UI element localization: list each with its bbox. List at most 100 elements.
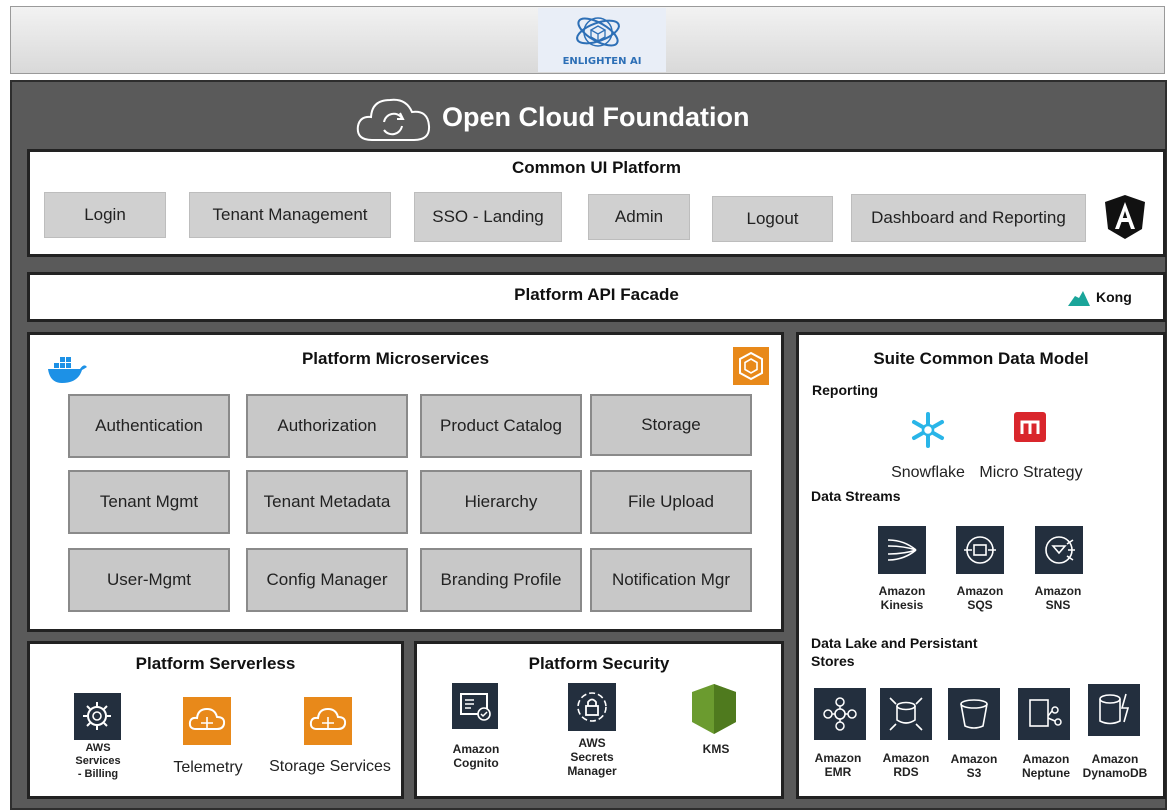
sso-landing-button[interactable]: SSO - Landing (414, 192, 562, 242)
branding-profile-service: Branding Profile (420, 548, 582, 612)
database-icon (889, 697, 923, 731)
label-line: Amazon (1091, 752, 1139, 766)
sns-label: Amazon SNS (1022, 584, 1094, 612)
neptune-icon (1018, 688, 1070, 740)
cognito-icon (452, 683, 498, 729)
graph-db-icon (1029, 699, 1062, 727)
kinesis-label: Amazon Kinesis (866, 584, 938, 612)
notification-mgr-service: Notification Mgr (590, 548, 752, 612)
label-line: AWS (85, 742, 111, 754)
sns-icon (1035, 526, 1083, 574)
heading-line: Data Lake and Persistant (811, 635, 978, 651)
telemetry-cloud-icon (183, 697, 231, 745)
logo-text: ENLIGHTEN AI (562, 56, 642, 67)
authorization-service: Authorization (246, 394, 408, 458)
s3-icon (948, 688, 1000, 740)
id-card-icon (460, 693, 491, 721)
panel-title: Common UI Platform (511, 158, 682, 177)
reporting-heading: Reporting (812, 382, 879, 398)
label-line: Kinesis (880, 598, 924, 612)
data-lake-heading: Data Lake and Persistant Stores (811, 634, 978, 670)
dynamodb-label: Amazon DynamoDB (1078, 752, 1152, 780)
label-line: Amazon (452, 742, 500, 756)
product-catalog-service: Product Catalog (420, 394, 582, 458)
storage-services-label: Storage Services (269, 758, 391, 775)
label-line: SQS (967, 598, 993, 612)
lightning-db-icon (1099, 693, 1130, 725)
label-line: Amazon (950, 752, 998, 766)
admin-button[interactable]: Admin (588, 194, 690, 240)
label-line: EMR (824, 765, 852, 779)
s3-label: Amazon S3 (942, 752, 1006, 780)
label-line: Services (75, 755, 121, 767)
label-line: AWS (578, 736, 606, 750)
label-line: Amazon (1034, 584, 1082, 598)
tenant-management-button[interactable]: Tenant Management (189, 192, 391, 238)
main-title: Open Cloud Foundation (442, 102, 750, 132)
aws-billing-icon (74, 693, 121, 740)
config-manager-service: Config Manager (246, 548, 408, 612)
lock-icon (577, 692, 607, 722)
kong-brand-label: Kong (1096, 289, 1132, 305)
cognito-label: Amazon Cognito (436, 742, 516, 770)
label-line: Amazon (956, 584, 1004, 598)
cluster-icon (823, 697, 857, 731)
cloud-icon (309, 707, 347, 730)
microstrategy-icon (1014, 412, 1046, 442)
storage-service: Storage (590, 394, 752, 456)
cloud-icon (188, 707, 226, 730)
bucket-icon (960, 699, 988, 729)
hierarchy-service: Hierarchy (420, 470, 582, 534)
login-button[interactable]: Login (44, 192, 166, 238)
label-line: - Billing (77, 768, 119, 780)
telemetry-label: Telemetry (173, 759, 243, 776)
label-line: Cognito (453, 756, 499, 770)
panel-title: Platform Serverless (135, 654, 296, 673)
queue-icon (964, 536, 996, 564)
tenant-mgmt-service: Tenant Mgmt (68, 470, 230, 534)
authentication-service: Authentication (68, 394, 230, 458)
panel-title: Platform Microservices (301, 349, 490, 368)
kms-label: KMS (702, 742, 730, 756)
panel-title: Platform API Facade (514, 285, 679, 304)
label-line: Amazon (814, 751, 862, 765)
sqs-label: Amazon SQS (944, 584, 1016, 612)
kms-shield-icon (692, 684, 736, 734)
m-letter-icon (1020, 420, 1040, 434)
kinesis-icon (878, 526, 926, 574)
docker-icon (48, 357, 87, 383)
panel-title: Suite Common Data Model (873, 349, 1089, 368)
user-mgmt-service: User-Mgmt (68, 548, 230, 612)
heading-line: Stores (811, 653, 855, 669)
secrets-manager-label: AWS Secrets Manager (550, 736, 634, 778)
storage-cloud-icon (304, 697, 352, 745)
label-line: DynamoDB (1082, 766, 1148, 780)
neptune-label: Amazon Neptune (1012, 752, 1080, 780)
cloud-sync-icon (356, 98, 431, 141)
orbit-logo-icon (576, 17, 620, 47)
notification-icon (1045, 536, 1075, 564)
label-line: Neptune (1022, 766, 1070, 780)
label-line: S3 (966, 766, 982, 780)
sqs-icon (956, 526, 1004, 574)
label-line: Amazon (878, 584, 926, 598)
data-streams-heading: Data Streams (811, 488, 901, 504)
rds-icon (880, 688, 932, 740)
logout-button[interactable]: Logout (712, 196, 833, 242)
snowflake-label: Snowflake (891, 464, 965, 481)
hexagon-icon (739, 351, 763, 381)
rds-label: Amazon RDS (874, 751, 938, 779)
label-line: Amazon (882, 751, 930, 765)
dynamodb-icon (1088, 684, 1140, 736)
dashboard-reporting-button[interactable]: Dashboard and Reporting (851, 194, 1086, 242)
kong-icon (1068, 291, 1090, 306)
label-line: RDS (893, 765, 919, 779)
api-facade-panel: Platform API Facade (27, 272, 1166, 322)
label-line: Manager (567, 764, 617, 778)
angular-icon (1105, 195, 1145, 239)
tenant-metadata-service: Tenant Metadata (246, 470, 408, 534)
aws-ecs-icon (733, 347, 769, 385)
secrets-manager-icon (568, 683, 616, 731)
emr-icon (814, 688, 866, 740)
label-line: Amazon (1022, 752, 1070, 766)
